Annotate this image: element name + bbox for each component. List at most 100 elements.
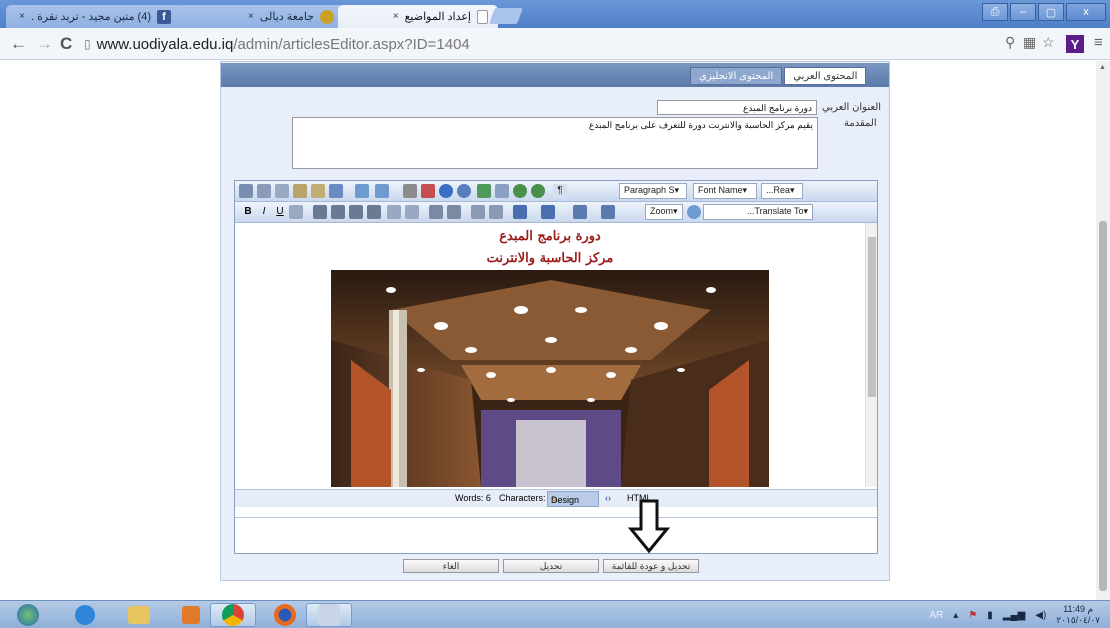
- taskbar-paint[interactable]: [306, 603, 352, 627]
- word-count: Words: 6: [455, 493, 491, 503]
- image-icon[interactable]: [477, 184, 491, 198]
- network-icon[interactable]: ▂▄▆: [1003, 610, 1025, 621]
- page-scrollbar[interactable]: ▲: [1096, 61, 1110, 601]
- italic-icon[interactable]: I: [257, 205, 271, 219]
- translate-dropdown[interactable]: ...Translate To▾: [703, 204, 813, 220]
- cut-icon[interactable]: [257, 184, 271, 198]
- outdent-icon[interactable]: [447, 205, 461, 219]
- content-heading: دورة برنامج المبدع: [499, 229, 601, 244]
- taskbar-explorer[interactable]: [116, 603, 162, 627]
- title-label: العنوان العربي: [822, 102, 882, 113]
- editor-toolbar-1: ¶ Paragraph S▾ Font Name▾ ...Rea▾: [235, 181, 877, 202]
- align-center-icon[interactable]: [331, 205, 345, 219]
- paste-word-icon[interactable]: [329, 184, 343, 198]
- insert-media-icon[interactable]: [601, 205, 615, 219]
- new-tab-button[interactable]: [489, 8, 523, 24]
- editor-content[interactable]: دورة برنامج المبدع مركز الحاسبة والانترن…: [235, 223, 865, 487]
- device-icon[interactable]: ▮: [987, 610, 993, 621]
- tab-english-content[interactable]: المحتوى الانجليزي: [690, 67, 783, 85]
- indent-icon[interactable]: [429, 205, 443, 219]
- preview-icon[interactable]: [457, 184, 471, 198]
- bookmark-star-icon[interactable]: ☆: [1042, 34, 1055, 51]
- bold-icon[interactable]: B: [241, 205, 255, 219]
- tab-articles-editor[interactable]: إعداد المواضيع ×: [338, 5, 498, 28]
- table-icon[interactable]: [495, 184, 509, 198]
- find-icon[interactable]: [403, 184, 417, 198]
- close-icon[interactable]: ×: [393, 11, 399, 22]
- address-bar[interactable]: ▯ www.uodiyala.edu.iq/admin/articlesEdit…: [84, 32, 1094, 56]
- editor-scrollbar-thumb[interactable]: [868, 237, 876, 397]
- strikethrough-icon[interactable]: [289, 205, 303, 219]
- font-color-icon[interactable]: [513, 205, 527, 219]
- close-icon[interactable]: ×: [248, 11, 254, 22]
- scrollbar-thumb[interactable]: [1099, 221, 1107, 591]
- help-icon[interactable]: [439, 184, 453, 198]
- link-icon[interactable]: [513, 184, 527, 198]
- facebook-icon: f: [157, 9, 171, 24]
- save-and-return-button[interactable]: تحديل و عودة للقائمة: [603, 559, 699, 573]
- zoom-dropdown[interactable]: Zoom▾: [645, 204, 683, 220]
- close-window-button[interactable]: x: [1066, 3, 1106, 21]
- back-icon[interactable]: ←: [10, 34, 27, 54]
- align-left-icon[interactable]: [313, 205, 327, 219]
- action-center-icon[interactable]: ⚑: [968, 610, 977, 621]
- taskbar-ie[interactable]: [62, 603, 108, 627]
- folder-icon: [128, 606, 150, 624]
- paragraph-mark-icon[interactable]: ¶: [553, 184, 567, 198]
- justify-icon[interactable]: [367, 205, 381, 219]
- save-button[interactable]: تحديل: [503, 559, 599, 573]
- intro-label: المقدمة: [844, 118, 877, 129]
- underline-icon[interactable]: U: [273, 205, 287, 219]
- search-icon[interactable]: ⚲: [1005, 34, 1015, 51]
- ltr-icon[interactable]: [387, 205, 401, 219]
- title-input[interactable]: دورة برنامج المبدع: [657, 100, 817, 115]
- translate-icon[interactable]: ▦: [1023, 34, 1036, 51]
- cancel-button[interactable]: الغاء: [403, 559, 499, 573]
- align-right-icon[interactable]: [349, 205, 363, 219]
- spellcheck-icon[interactable]: [421, 184, 435, 198]
- minimize-button[interactable]: –: [1010, 3, 1036, 21]
- copy-icon[interactable]: [275, 184, 289, 198]
- taskbar-outlook[interactable]: [168, 603, 214, 627]
- scroll-up-icon[interactable]: ▲: [1099, 64, 1106, 71]
- code-icon[interactable]: ‹›: [605, 493, 611, 503]
- special-char-icon[interactable]: [573, 205, 587, 219]
- reload-icon[interactable]: C: [60, 34, 72, 54]
- taskbar-firefox[interactable]: [262, 603, 308, 627]
- forward-icon[interactable]: →: [36, 34, 53, 54]
- firefox-icon: [274, 604, 296, 626]
- zoom-icon[interactable]: [687, 205, 701, 219]
- close-icon[interactable]: ×: [19, 11, 25, 22]
- profile-button[interactable]: ⎙: [982, 3, 1008, 21]
- intro-textarea[interactable]: يقيم مركز الحاسبة والانترنت دورة للتعرف …: [292, 117, 818, 169]
- window-controls: ⎙ – ▢ x: [982, 3, 1106, 21]
- volume-icon[interactable]: ◀): [1035, 610, 1046, 621]
- divider: [235, 517, 877, 518]
- bullet-list-icon[interactable]: [489, 205, 503, 219]
- highlight-color-icon[interactable]: [541, 205, 555, 219]
- start-button[interactable]: [8, 603, 48, 627]
- select-all-icon[interactable]: [239, 184, 253, 198]
- clock[interactable]: 11:49 م ٢٠١٥/٠٤/٠٧: [1056, 604, 1100, 626]
- taskbar-chrome[interactable]: [210, 603, 256, 627]
- redo-icon[interactable]: [375, 184, 389, 198]
- tab-uodiyala[interactable]: جامعة ديالى ×: [174, 5, 344, 28]
- design-mode-button[interactable]: ✎ Design: [547, 491, 599, 507]
- yahoo-extension-icon[interactable]: Y: [1066, 35, 1084, 53]
- undo-icon[interactable]: [355, 184, 369, 198]
- paste-text-icon[interactable]: [311, 184, 325, 198]
- paragraph-style-dropdown[interactable]: Paragraph S▾: [619, 183, 687, 199]
- language-indicator[interactable]: AR: [929, 610, 943, 621]
- maximize-button[interactable]: ▢: [1038, 3, 1064, 21]
- menu-icon[interactable]: ≡: [1094, 34, 1103, 51]
- paste-icon[interactable]: [293, 184, 307, 198]
- show-hidden-icons-icon[interactable]: ▴: [953, 610, 958, 621]
- unlink-icon[interactable]: [531, 184, 545, 198]
- rtl-icon[interactable]: [405, 205, 419, 219]
- font-size-dropdown[interactable]: ...Rea▾: [761, 183, 803, 199]
- editor-scrollbar[interactable]: [865, 223, 877, 487]
- tab-facebook[interactable]: f (4) متين مجيد - تريد نقرة .. التعب ×: [6, 5, 181, 28]
- numbered-list-icon[interactable]: [471, 205, 485, 219]
- font-name-dropdown[interactable]: Font Name▾: [693, 183, 757, 199]
- tab-arabic-content[interactable]: المحتوى العربي: [784, 67, 867, 85]
